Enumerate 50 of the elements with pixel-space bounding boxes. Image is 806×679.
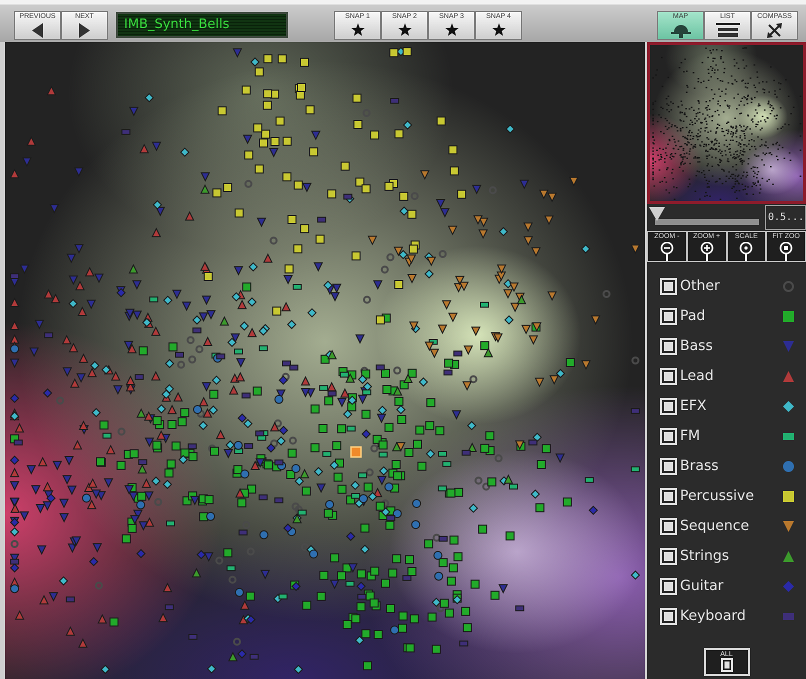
star-icon [444,23,458,36]
category-label: Bass [680,337,713,355]
category-checkbox[interactable] [660,608,677,624]
category-checkbox[interactable] [660,428,677,444]
category-checkbox[interactable] [660,308,677,324]
triangle-down-marker-series[interactable] [368,170,640,452]
category-label: Pad [680,307,706,325]
minimap-drawing[interactable] [647,42,806,204]
slider-thumb[interactable] [649,207,665,221]
zoom-slider-track[interactable] [649,207,761,225]
magnifier-icon [739,242,754,261]
triangle-down-marker-series[interactable] [10,48,565,602]
star-icon [350,23,364,36]
triangle-up-marker-series[interactable] [10,86,382,648]
preset-name-display: IMB_Synth_Bells [116,12,288,38]
category-label: Keyboard [680,607,746,625]
bar-marker-series[interactable] [102,284,640,600]
category-checkbox[interactable] [660,548,677,564]
magnifier-icon [779,242,794,261]
category-label: EFX [680,397,706,415]
right-triangle-icon [79,23,90,38]
triangle-up-marker-series[interactable] [128,184,526,662]
zoom-out-icon [660,242,674,261]
category-checkbox[interactable] [660,278,677,294]
left-triangle-icon [32,23,43,38]
zoom-in-icon [700,242,714,261]
zoom-value-readout: 0.5... [765,205,806,230]
category-label: FM [680,427,700,445]
category-checkbox[interactable] [660,368,677,384]
list-icon [716,23,740,37]
category-label: Sequence [680,517,750,535]
category-label: Percussive [680,487,754,505]
circle-marker-series[interactable] [10,344,444,634]
dome-icon [670,23,690,38]
category-checkbox[interactable] [660,518,677,534]
category-checkbox[interactable] [660,338,677,354]
category-label: Lead [680,367,714,385]
star-icon [492,23,506,36]
category-label: Strings [680,547,730,565]
star-icon [398,23,412,36]
category-label: Other [680,277,720,295]
square-marker-series[interactable] [204,47,466,324]
category-label: Brass [680,457,719,475]
selected-point-marker[interactable] [350,446,362,458]
category-label: Guitar [680,577,724,595]
category-checkbox[interactable] [660,398,677,414]
category-checkbox[interactable] [660,488,677,504]
cross-arrows-icon [767,23,782,38]
category-checkbox[interactable] [660,458,677,474]
category-checkbox[interactable] [660,578,677,594]
